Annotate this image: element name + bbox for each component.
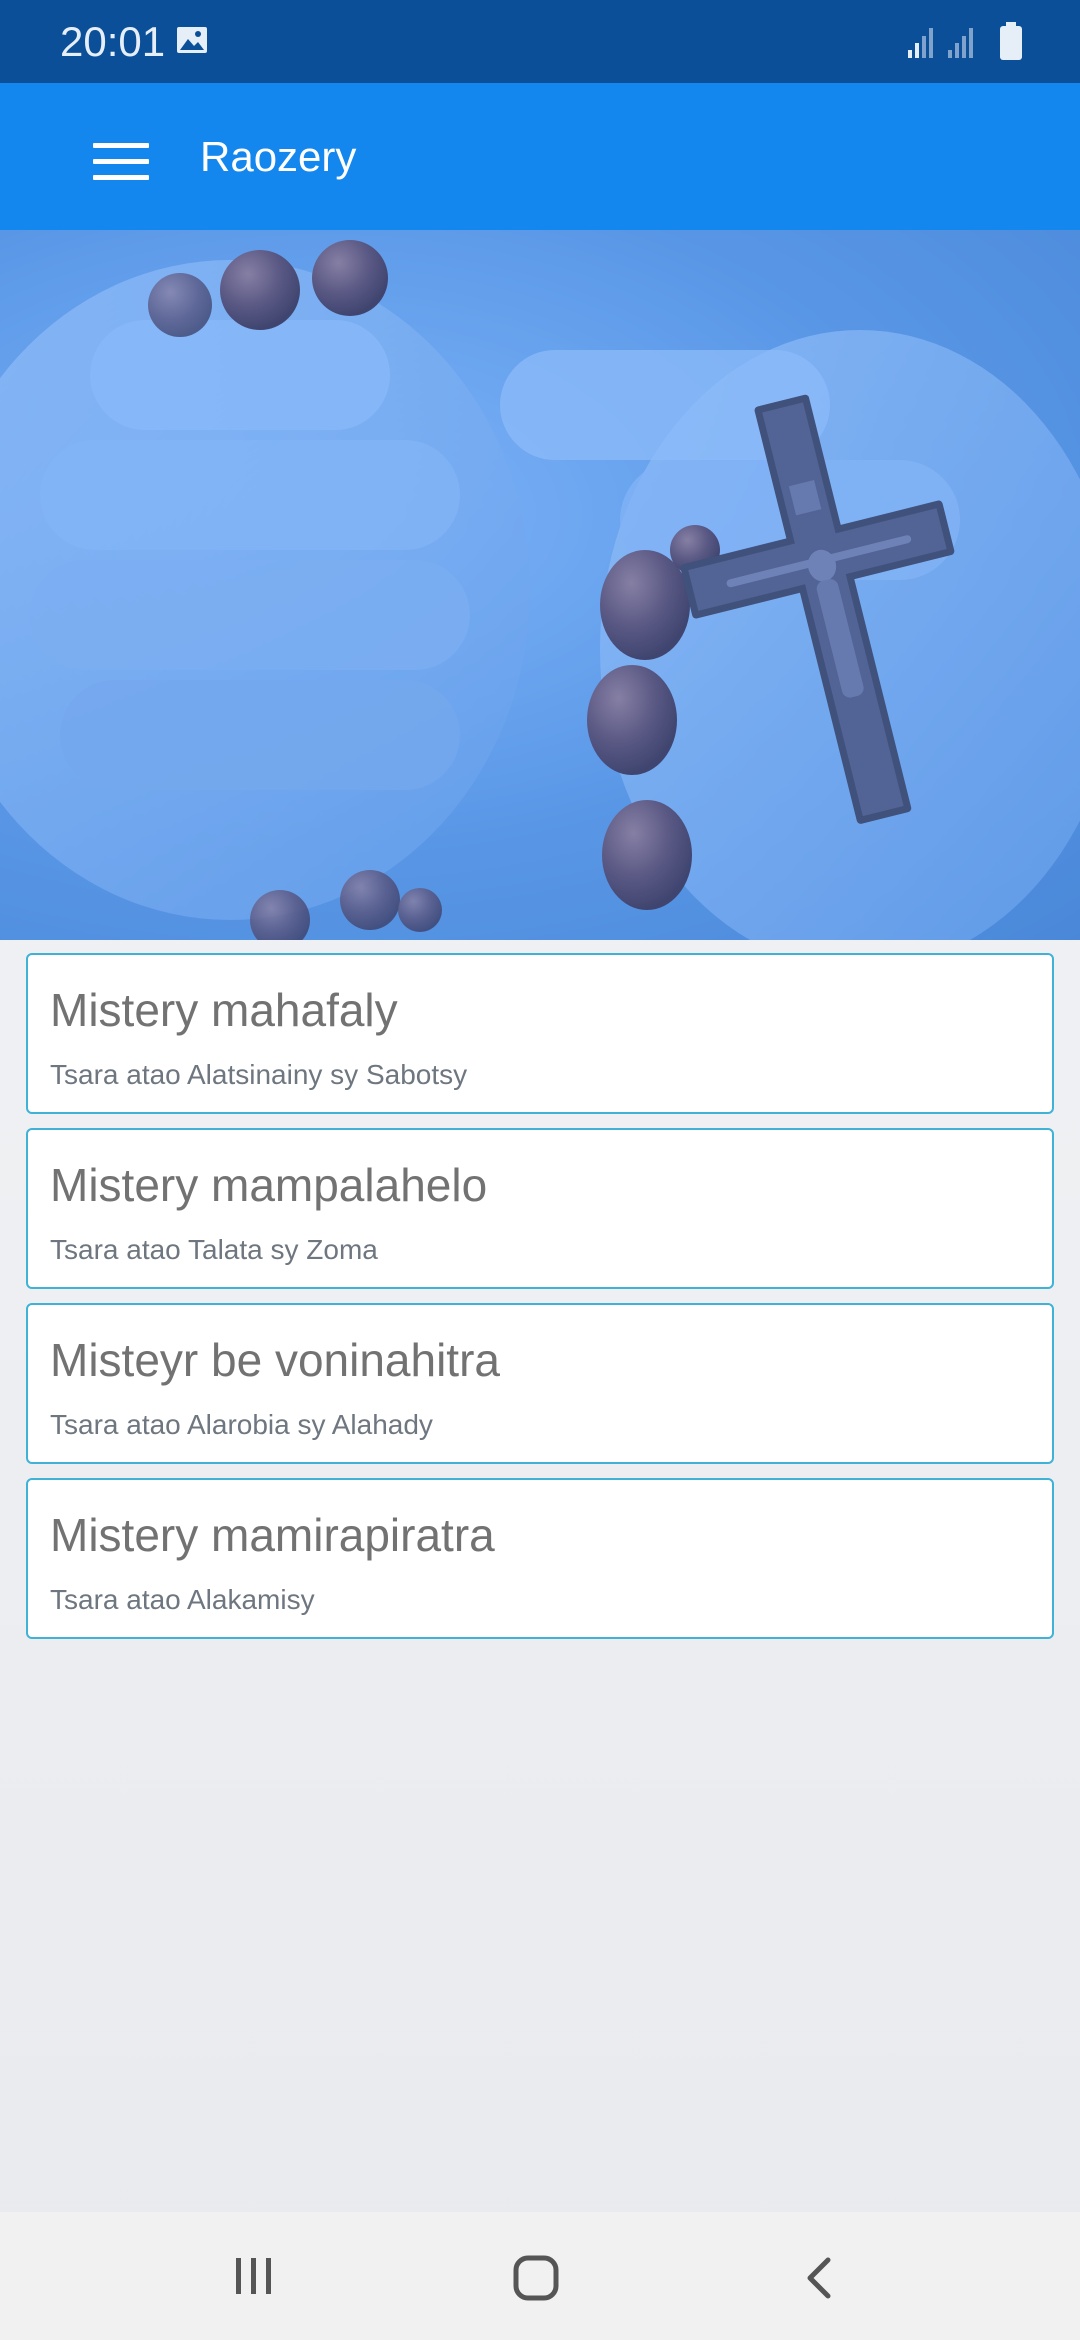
list-item-title: Mistery mamirapiratra (50, 1509, 495, 1561)
app-bar: Raozery (0, 83, 1080, 230)
list-item-title: Mistery mampalahelo (50, 1159, 488, 1211)
list-item-mistery-mampalahelo[interactable]: Mistery mampalahelo Tsara atao Talata sy… (26, 1128, 1054, 1289)
list-item-title: Mistery mahafaly (50, 984, 398, 1036)
list-item-subtitle: Tsara atao Alarobia sy Alahady (50, 1409, 433, 1440)
gallery-icon (177, 27, 207, 53)
list-item-subtitle: Tsara atao Alakamisy (50, 1584, 315, 1615)
list-item-title: Misteyr be voninahitra (50, 1334, 500, 1386)
status-bar: 20:01 (0, 0, 1080, 83)
home-icon[interactable] (512, 2254, 560, 2302)
status-time: 20:01 (60, 18, 166, 65)
app-title: Raozery (200, 133, 357, 180)
mystery-list: Mistery mahafaly Tsara atao Alatsinainy … (26, 953, 1054, 1653)
back-icon[interactable] (800, 2254, 840, 2302)
list-item-misteyr-be-voninahitra[interactable]: Misteyr be voninahitra Tsara atao Alarob… (26, 1303, 1054, 1464)
signal-icon (908, 28, 933, 58)
recent-apps-icon[interactable] (232, 2254, 276, 2298)
rosary-crucifix-image (0, 230, 1080, 940)
hamburger-menu-icon[interactable] (78, 123, 164, 199)
list-item-mistery-mahafaly[interactable]: Mistery mahafaly Tsara atao Alatsinainy … (26, 953, 1054, 1114)
signal-icon (948, 28, 973, 58)
list-item-subtitle: Tsara atao Alatsinainy sy Sabotsy (50, 1059, 468, 1090)
list-item-mistery-mamirapiratra[interactable]: Mistery mamirapiratra Tsara atao Alakami… (26, 1478, 1054, 1639)
battery-icon (1000, 22, 1022, 60)
system-nav-bar (0, 2212, 1080, 2340)
list-item-subtitle: Tsara atao Talata sy Zoma (50, 1234, 378, 1265)
hero-image (0, 230, 1080, 940)
